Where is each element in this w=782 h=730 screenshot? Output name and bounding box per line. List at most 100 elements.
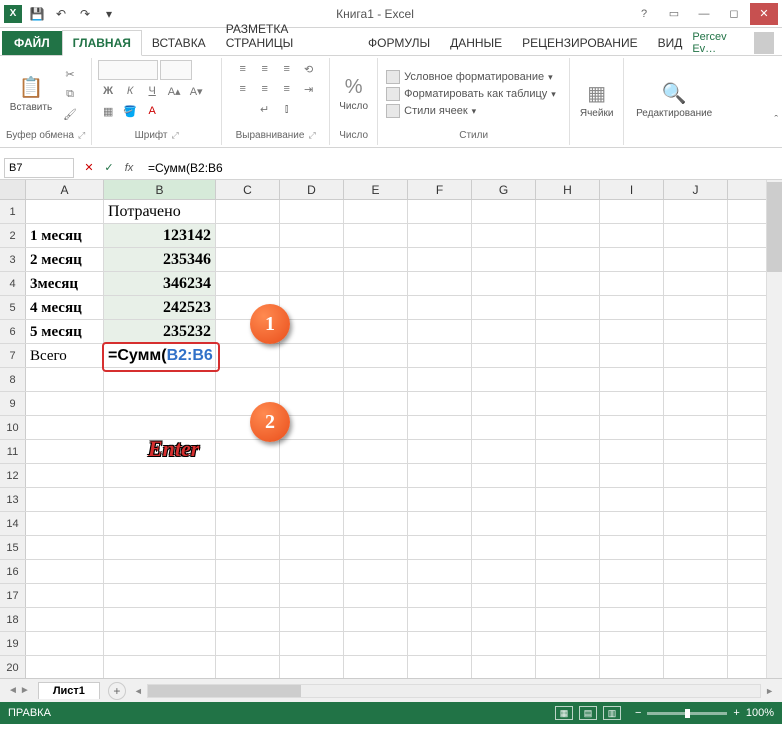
cell[interactable]: 1 месяц xyxy=(26,224,104,247)
indent-button[interactable]: ⇥ xyxy=(299,80,319,98)
close-button[interactable]: ✕ xyxy=(750,3,778,25)
cell[interactable] xyxy=(280,464,344,487)
cell[interactable] xyxy=(344,296,408,319)
row-header[interactable]: 15 xyxy=(0,536,26,559)
cell[interactable] xyxy=(26,656,104,678)
cell[interactable] xyxy=(664,608,728,631)
cell[interactable] xyxy=(600,368,664,391)
cell[interactable] xyxy=(280,632,344,655)
cell[interactable] xyxy=(664,488,728,511)
cell[interactable] xyxy=(664,584,728,607)
cell[interactable] xyxy=(600,200,664,223)
cell[interactable] xyxy=(344,272,408,295)
cell[interactable] xyxy=(600,632,664,655)
tab-insert[interactable]: ВСТАВКА xyxy=(142,31,216,55)
sheet-nav-prev[interactable]: ◄ xyxy=(8,685,18,696)
cell[interactable]: 235232 xyxy=(104,320,216,343)
cell[interactable] xyxy=(536,632,600,655)
row-header[interactable]: 2 xyxy=(0,224,26,247)
format-as-table-button[interactable]: Форматировать как таблицу▾ xyxy=(384,86,558,102)
cell[interactable] xyxy=(472,584,536,607)
cell[interactable] xyxy=(536,296,600,319)
cell[interactable] xyxy=(408,272,472,295)
avatar[interactable] xyxy=(754,32,774,54)
align-top-button[interactable]: ≡ xyxy=(233,60,253,78)
cell[interactable] xyxy=(600,416,664,439)
cell[interactable] xyxy=(344,632,408,655)
cell[interactable] xyxy=(408,584,472,607)
cell[interactable] xyxy=(536,320,600,343)
cell[interactable] xyxy=(104,368,216,391)
cell[interactable] xyxy=(26,392,104,415)
cell[interactable] xyxy=(536,272,600,295)
row-header[interactable]: 1 xyxy=(0,200,26,223)
row-header[interactable]: 20 xyxy=(0,656,26,678)
align-center-button[interactable]: ≡ xyxy=(255,80,275,98)
cell[interactable] xyxy=(280,440,344,463)
align-bottom-button[interactable]: ≡ xyxy=(277,60,297,78)
cell[interactable] xyxy=(600,464,664,487)
cell[interactable] xyxy=(408,248,472,271)
cell[interactable] xyxy=(344,512,408,535)
cell[interactable] xyxy=(536,584,600,607)
cell[interactable] xyxy=(664,392,728,415)
cell[interactable] xyxy=(600,248,664,271)
cell[interactable] xyxy=(664,320,728,343)
cell[interactable] xyxy=(216,536,280,559)
cell[interactable] xyxy=(26,488,104,511)
cell[interactable] xyxy=(216,248,280,271)
view-normal-button[interactable]: ▦ xyxy=(555,706,573,720)
cell[interactable] xyxy=(472,320,536,343)
undo-button[interactable]: ↶ xyxy=(50,3,72,25)
cell[interactable] xyxy=(216,560,280,583)
tab-data[interactable]: ДАННЫЕ xyxy=(440,31,512,55)
cell[interactable] xyxy=(408,200,472,223)
cell[interactable] xyxy=(472,656,536,678)
cell[interactable] xyxy=(472,464,536,487)
cell[interactable] xyxy=(104,584,216,607)
cell[interactable]: 5 месяц xyxy=(26,320,104,343)
cell[interactable]: 242523 xyxy=(104,296,216,319)
tab-file[interactable]: ФАЙЛ xyxy=(2,31,62,55)
col-header[interactable]: I xyxy=(600,180,664,199)
cell[interactable] xyxy=(344,392,408,415)
fill-color-button[interactable]: 🪣 xyxy=(120,102,140,120)
cell[interactable] xyxy=(536,536,600,559)
cell[interactable] xyxy=(472,200,536,223)
ribbon-options-button[interactable]: ▭ xyxy=(660,3,688,25)
zoom-control[interactable]: − + 100% xyxy=(635,707,774,719)
cell[interactable] xyxy=(26,584,104,607)
cut-button[interactable]: ✂ xyxy=(60,65,80,83)
cell[interactable] xyxy=(536,344,600,367)
cell[interactable] xyxy=(600,560,664,583)
number-format-button[interactable]: % Число xyxy=(336,61,371,127)
cell[interactable] xyxy=(600,296,664,319)
view-page-layout-button[interactable]: ▤ xyxy=(579,706,597,720)
cell[interactable] xyxy=(408,512,472,535)
cell[interactable] xyxy=(408,440,472,463)
cell[interactable] xyxy=(472,248,536,271)
insert-function-button[interactable]: fx xyxy=(120,159,138,177)
cell[interactable] xyxy=(280,560,344,583)
cell[interactable] xyxy=(664,248,728,271)
cell[interactable] xyxy=(216,608,280,631)
cell[interactable] xyxy=(664,464,728,487)
row-header[interactable]: 10 xyxy=(0,416,26,439)
col-header[interactable]: E xyxy=(344,180,408,199)
qat-customize-icon[interactable]: ▾ xyxy=(98,3,120,25)
cell[interactable] xyxy=(26,200,104,223)
tab-home[interactable]: ГЛАВНАЯ xyxy=(62,30,142,56)
cell[interactable] xyxy=(26,536,104,559)
cell[interactable] xyxy=(664,656,728,678)
cell[interactable] xyxy=(344,224,408,247)
merge-button[interactable]: ⫾ xyxy=(277,100,297,118)
cell[interactable] xyxy=(104,656,216,678)
cell[interactable] xyxy=(600,272,664,295)
cell[interactable] xyxy=(26,416,104,439)
cell[interactable] xyxy=(216,584,280,607)
cell[interactable] xyxy=(216,368,280,391)
redo-button[interactable]: ↷ xyxy=(74,3,96,25)
zoom-value[interactable]: 100% xyxy=(746,707,774,719)
row-header[interactable]: 7 xyxy=(0,344,26,367)
grow-font-button[interactable]: A▴ xyxy=(164,82,184,100)
